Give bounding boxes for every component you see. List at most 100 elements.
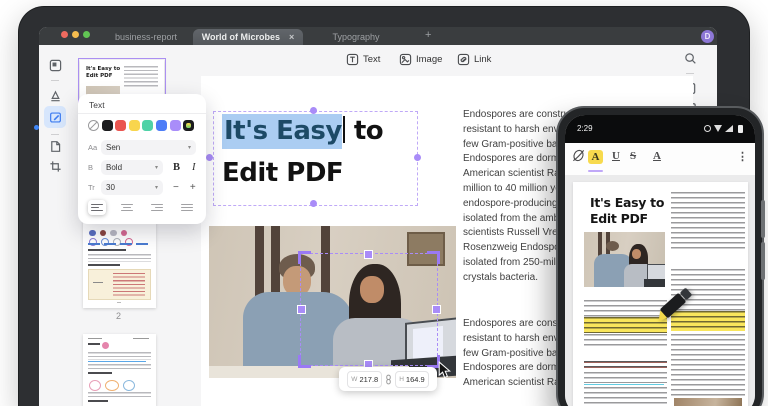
flower-doodle [102, 342, 109, 349]
thumbnail-panel-icon[interactable] [44, 56, 66, 75]
signal-icon [725, 125, 733, 132]
pen-tool-icon[interactable] [571, 148, 586, 166]
color-wheel-icon[interactable] [88, 120, 99, 131]
swatch-teal[interactable] [142, 120, 153, 131]
width-field[interactable]: W 217.8 [347, 371, 382, 388]
image-crop-selection[interactable] [300, 253, 438, 366]
tab-business-report[interactable]: business-report [96, 29, 196, 45]
zoom-window-button[interactable] [83, 31, 90, 38]
swatch-red[interactable] [115, 120, 126, 131]
phone-status-bar: 2:29 [565, 115, 755, 143]
heading-line2: Edit PDF [222, 158, 343, 188]
increase-size-button[interactable]: + [190, 182, 196, 193]
link-dimensions-icon[interactable] [385, 374, 392, 385]
decrease-size-button[interactable]: − [173, 182, 179, 193]
font-row: Aa Sen▾ [88, 140, 196, 155]
account-avatar[interactable]: D [701, 30, 714, 43]
phone-highlighted-text [584, 317, 667, 333]
crop-edge-handle[interactable] [432, 305, 441, 314]
page-thumbnail-2[interactable] [83, 219, 156, 308]
resize-handle-bottom[interactable] [310, 200, 317, 207]
thumb-subhead [88, 372, 112, 375]
italic-button[interactable]: I [192, 162, 196, 173]
bold-button[interactable]: B [173, 162, 180, 173]
crop-tool-icon[interactable] [44, 157, 66, 176]
convert-page-icon[interactable] [44, 137, 66, 156]
crop-edge-handle[interactable] [297, 305, 306, 314]
resize-handle-right[interactable] [414, 154, 421, 161]
thumb-text-skeleton [88, 352, 151, 360]
thumb-footer [117, 302, 121, 303]
phone-text-skeleton [584, 387, 667, 406]
height-value: 164.9 [406, 375, 425, 384]
panel-divider [78, 113, 206, 114]
heading-text-box[interactable]: It's Easy to Edit PDF [213, 111, 418, 206]
strikethrough-tool[interactable]: S [630, 150, 636, 162]
crop-corner-handle[interactable] [427, 251, 440, 264]
text-tool-button[interactable]: Text [346, 51, 380, 67]
tab-typography[interactable]: Typography [308, 29, 404, 45]
overflow-menu-icon[interactable]: ⋮ [737, 150, 748, 163]
image-tool-button[interactable]: Image [399, 51, 442, 67]
tab-world-of-microbes[interactable]: World of Microbes × [193, 29, 303, 45]
page-thumbnail-3[interactable] [83, 334, 156, 406]
thumb-subhead [88, 343, 100, 346]
thumb-subhead [88, 400, 108, 403]
align-right-button[interactable] [148, 200, 166, 215]
link-tool-label: Link [474, 54, 491, 65]
highlight-tool[interactable]: A [588, 150, 603, 164]
crop-corner-handle[interactable] [298, 251, 311, 264]
phone-text-skeleton [671, 334, 745, 396]
resize-handle-top[interactable] [310, 107, 317, 114]
align-justify-button[interactable] [178, 200, 196, 215]
tab-label: Typography [332, 32, 379, 42]
font-size-select[interactable]: 30▾ [101, 180, 163, 195]
selected-text[interactable]: It's Easy [222, 114, 342, 149]
new-tab-button[interactable]: + [425, 29, 431, 41]
thumb-subhead [88, 264, 120, 267]
underline-tool[interactable]: U [612, 150, 620, 162]
thumb-text-skeleton [88, 364, 151, 370]
swatch-purple[interactable] [170, 120, 181, 131]
search-icon[interactable] [679, 49, 701, 68]
tab-label: World of Microbes [202, 32, 280, 42]
link-text-row [88, 243, 151, 245]
edit-tool-icon[interactable] [44, 106, 66, 128]
wifi-icon [714, 125, 722, 132]
minimize-window-button[interactable] [72, 31, 79, 38]
align-center-button[interactable] [118, 200, 136, 215]
phone-volume-button [761, 200, 765, 238]
width-value: 217.8 [359, 375, 378, 384]
crop-edge-handle[interactable] [364, 250, 373, 259]
font-color-tool[interactable]: A [653, 150, 661, 162]
phone-text-skeleton [584, 372, 667, 383]
custom-color-picker[interactable] [183, 120, 194, 131]
phone-highlighted-text [671, 311, 745, 331]
swatch-black[interactable] [102, 120, 113, 131]
thumb-text-skeleton [88, 392, 151, 399]
annotate-tool-icon[interactable] [44, 87, 66, 106]
screenshot-stage: business-report World of Microbes × Typo… [0, 0, 768, 406]
font-style-select[interactable]: Bold▾ [101, 160, 163, 175]
mouse-cursor [438, 361, 451, 385]
swatch-yellow[interactable] [129, 120, 140, 131]
thumb-subhead [88, 249, 126, 252]
height-field[interactable]: H 164.9 [395, 371, 428, 388]
height-label: H [399, 376, 404, 383]
align-left-button[interactable] [88, 200, 106, 215]
width-label: W [351, 376, 357, 383]
font-family-select[interactable]: Sen▾ [101, 140, 196, 155]
resize-handle-left[interactable] [206, 154, 213, 161]
phone-doc-photo [584, 232, 665, 287]
panel-title: Text [89, 100, 105, 110]
image-tool-label: Image [416, 54, 442, 65]
close-window-button[interactable] [61, 31, 68, 38]
crop-corner-handle[interactable] [298, 355, 311, 368]
phone-screen: 2:29 A U S A ⋮ It's Easy [565, 115, 755, 406]
phone-document-page: It's Easy to Edit PDF [573, 182, 748, 406]
swatch-blue[interactable] [156, 120, 167, 131]
phone-power-button [761, 242, 765, 280]
link-tool-button[interactable]: Link [457, 51, 491, 67]
phone-text-skeleton [671, 192, 745, 250]
close-tab-icon[interactable]: × [289, 32, 294, 42]
